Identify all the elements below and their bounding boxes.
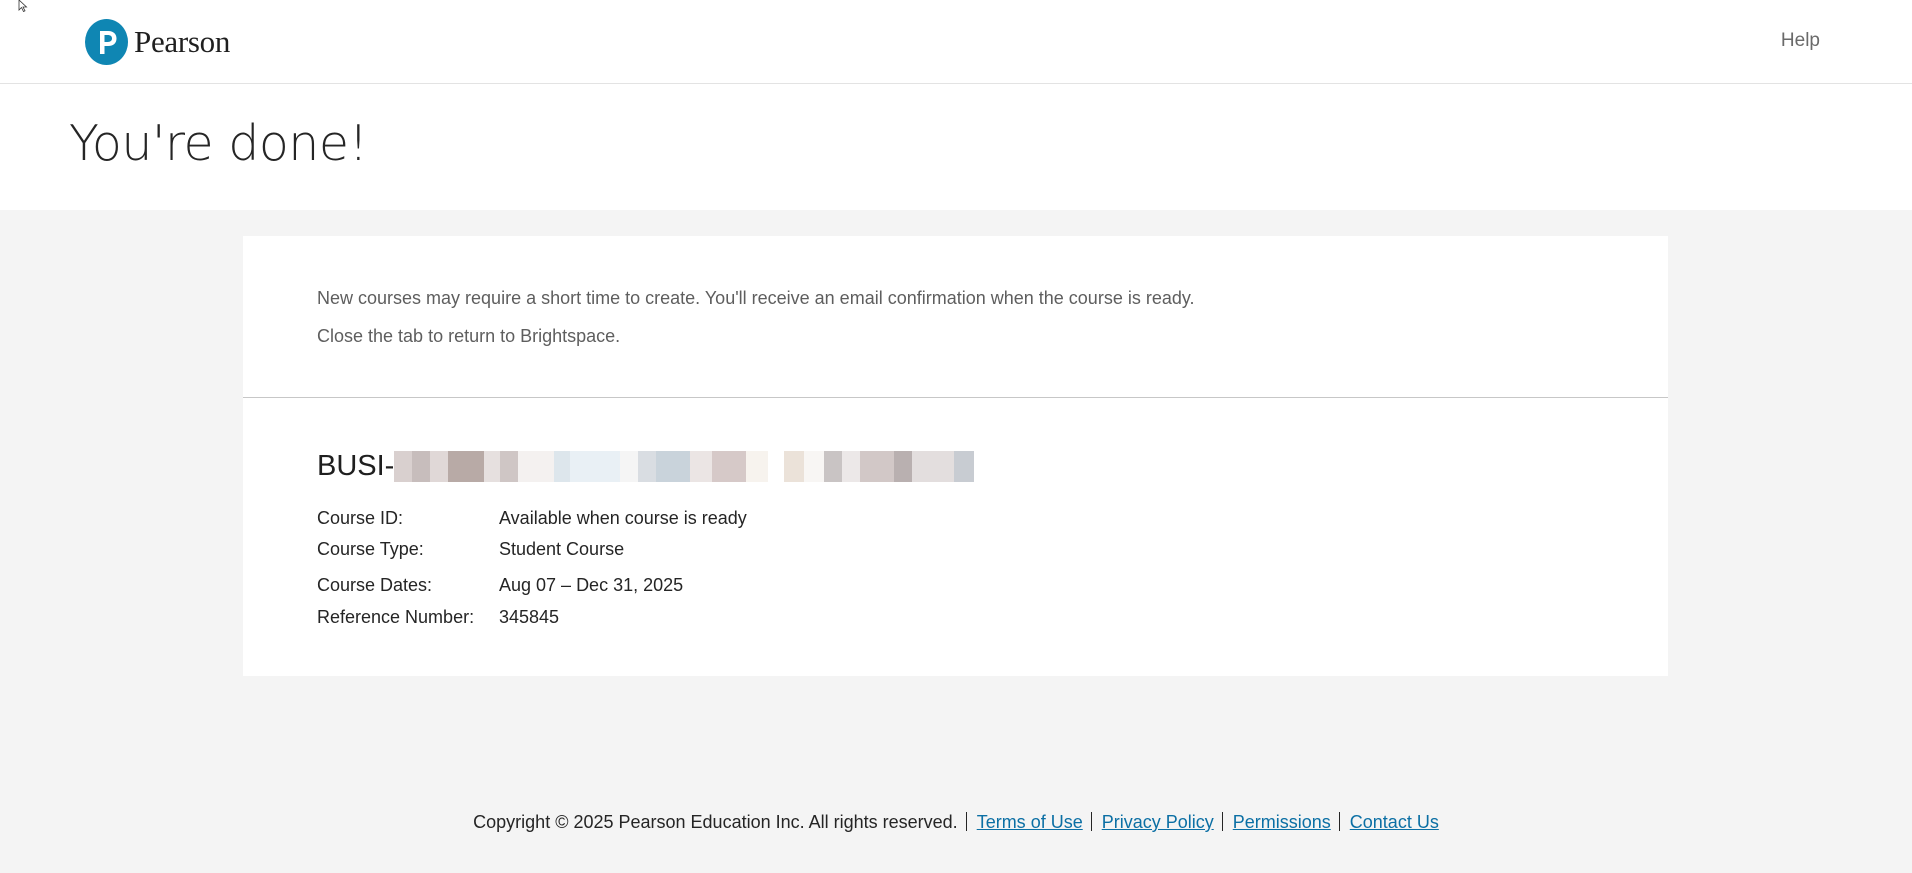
- copyright-text: Copyright © 2025 Pearson Education Inc. …: [473, 812, 958, 832]
- detail-label: Course ID:: [317, 508, 404, 528]
- top-header: Pearson Help: [0, 0, 1912, 84]
- footer-divider: [1338, 812, 1340, 831]
- detail-value: Student Course: [499, 539, 625, 559]
- logo-wordmark: Pearson: [134, 24, 231, 59]
- title-band: You're done!: [0, 84, 1912, 210]
- terms-of-use-link[interactable]: Terms of Use: [977, 812, 1083, 832]
- footer-divider: [965, 812, 967, 831]
- pearson-logo[interactable]: Pearson: [85, 19, 230, 65]
- mouse-pointer-icon: [18, 0, 28, 12]
- page-title: You're done!: [69, 115, 368, 172]
- notice-close-tab-text: Close the tab to return to Brightspace.: [317, 326, 621, 346]
- footer-divider: [1221, 812, 1223, 831]
- redacted-course-title: [394, 450, 975, 482]
- course-name: BUSI-: [317, 446, 975, 486]
- detail-value: Available when course is ready: [499, 508, 747, 528]
- detail-value: 345845: [499, 607, 560, 627]
- page-footer: Copyright © 2025 Pearson Education Inc. …: [0, 810, 1912, 834]
- permissions-link[interactable]: Permissions: [1233, 812, 1331, 832]
- footer-divider: [1090, 812, 1092, 831]
- notice-email-text: New courses may require a short time to …: [317, 288, 1195, 308]
- detail-label: Course Dates:: [317, 575, 433, 595]
- course-name-prefix: BUSI-: [317, 450, 395, 482]
- detail-value: Aug 07 – Dec 31, 2025: [499, 575, 684, 595]
- detail-label: Reference Number:: [317, 607, 475, 627]
- detail-label: Course Type:: [317, 539, 424, 559]
- creation-notice: New courses may require a short time to …: [243, 236, 1668, 398]
- course-confirmation-card: New courses may require a short time to …: [243, 236, 1668, 676]
- help-link[interactable]: Help: [1781, 30, 1820, 52]
- contact-us-link[interactable]: Contact Us: [1350, 812, 1439, 832]
- pearson-logo-icon: [85, 19, 128, 65]
- privacy-policy-link[interactable]: Privacy Policy: [1102, 812, 1214, 832]
